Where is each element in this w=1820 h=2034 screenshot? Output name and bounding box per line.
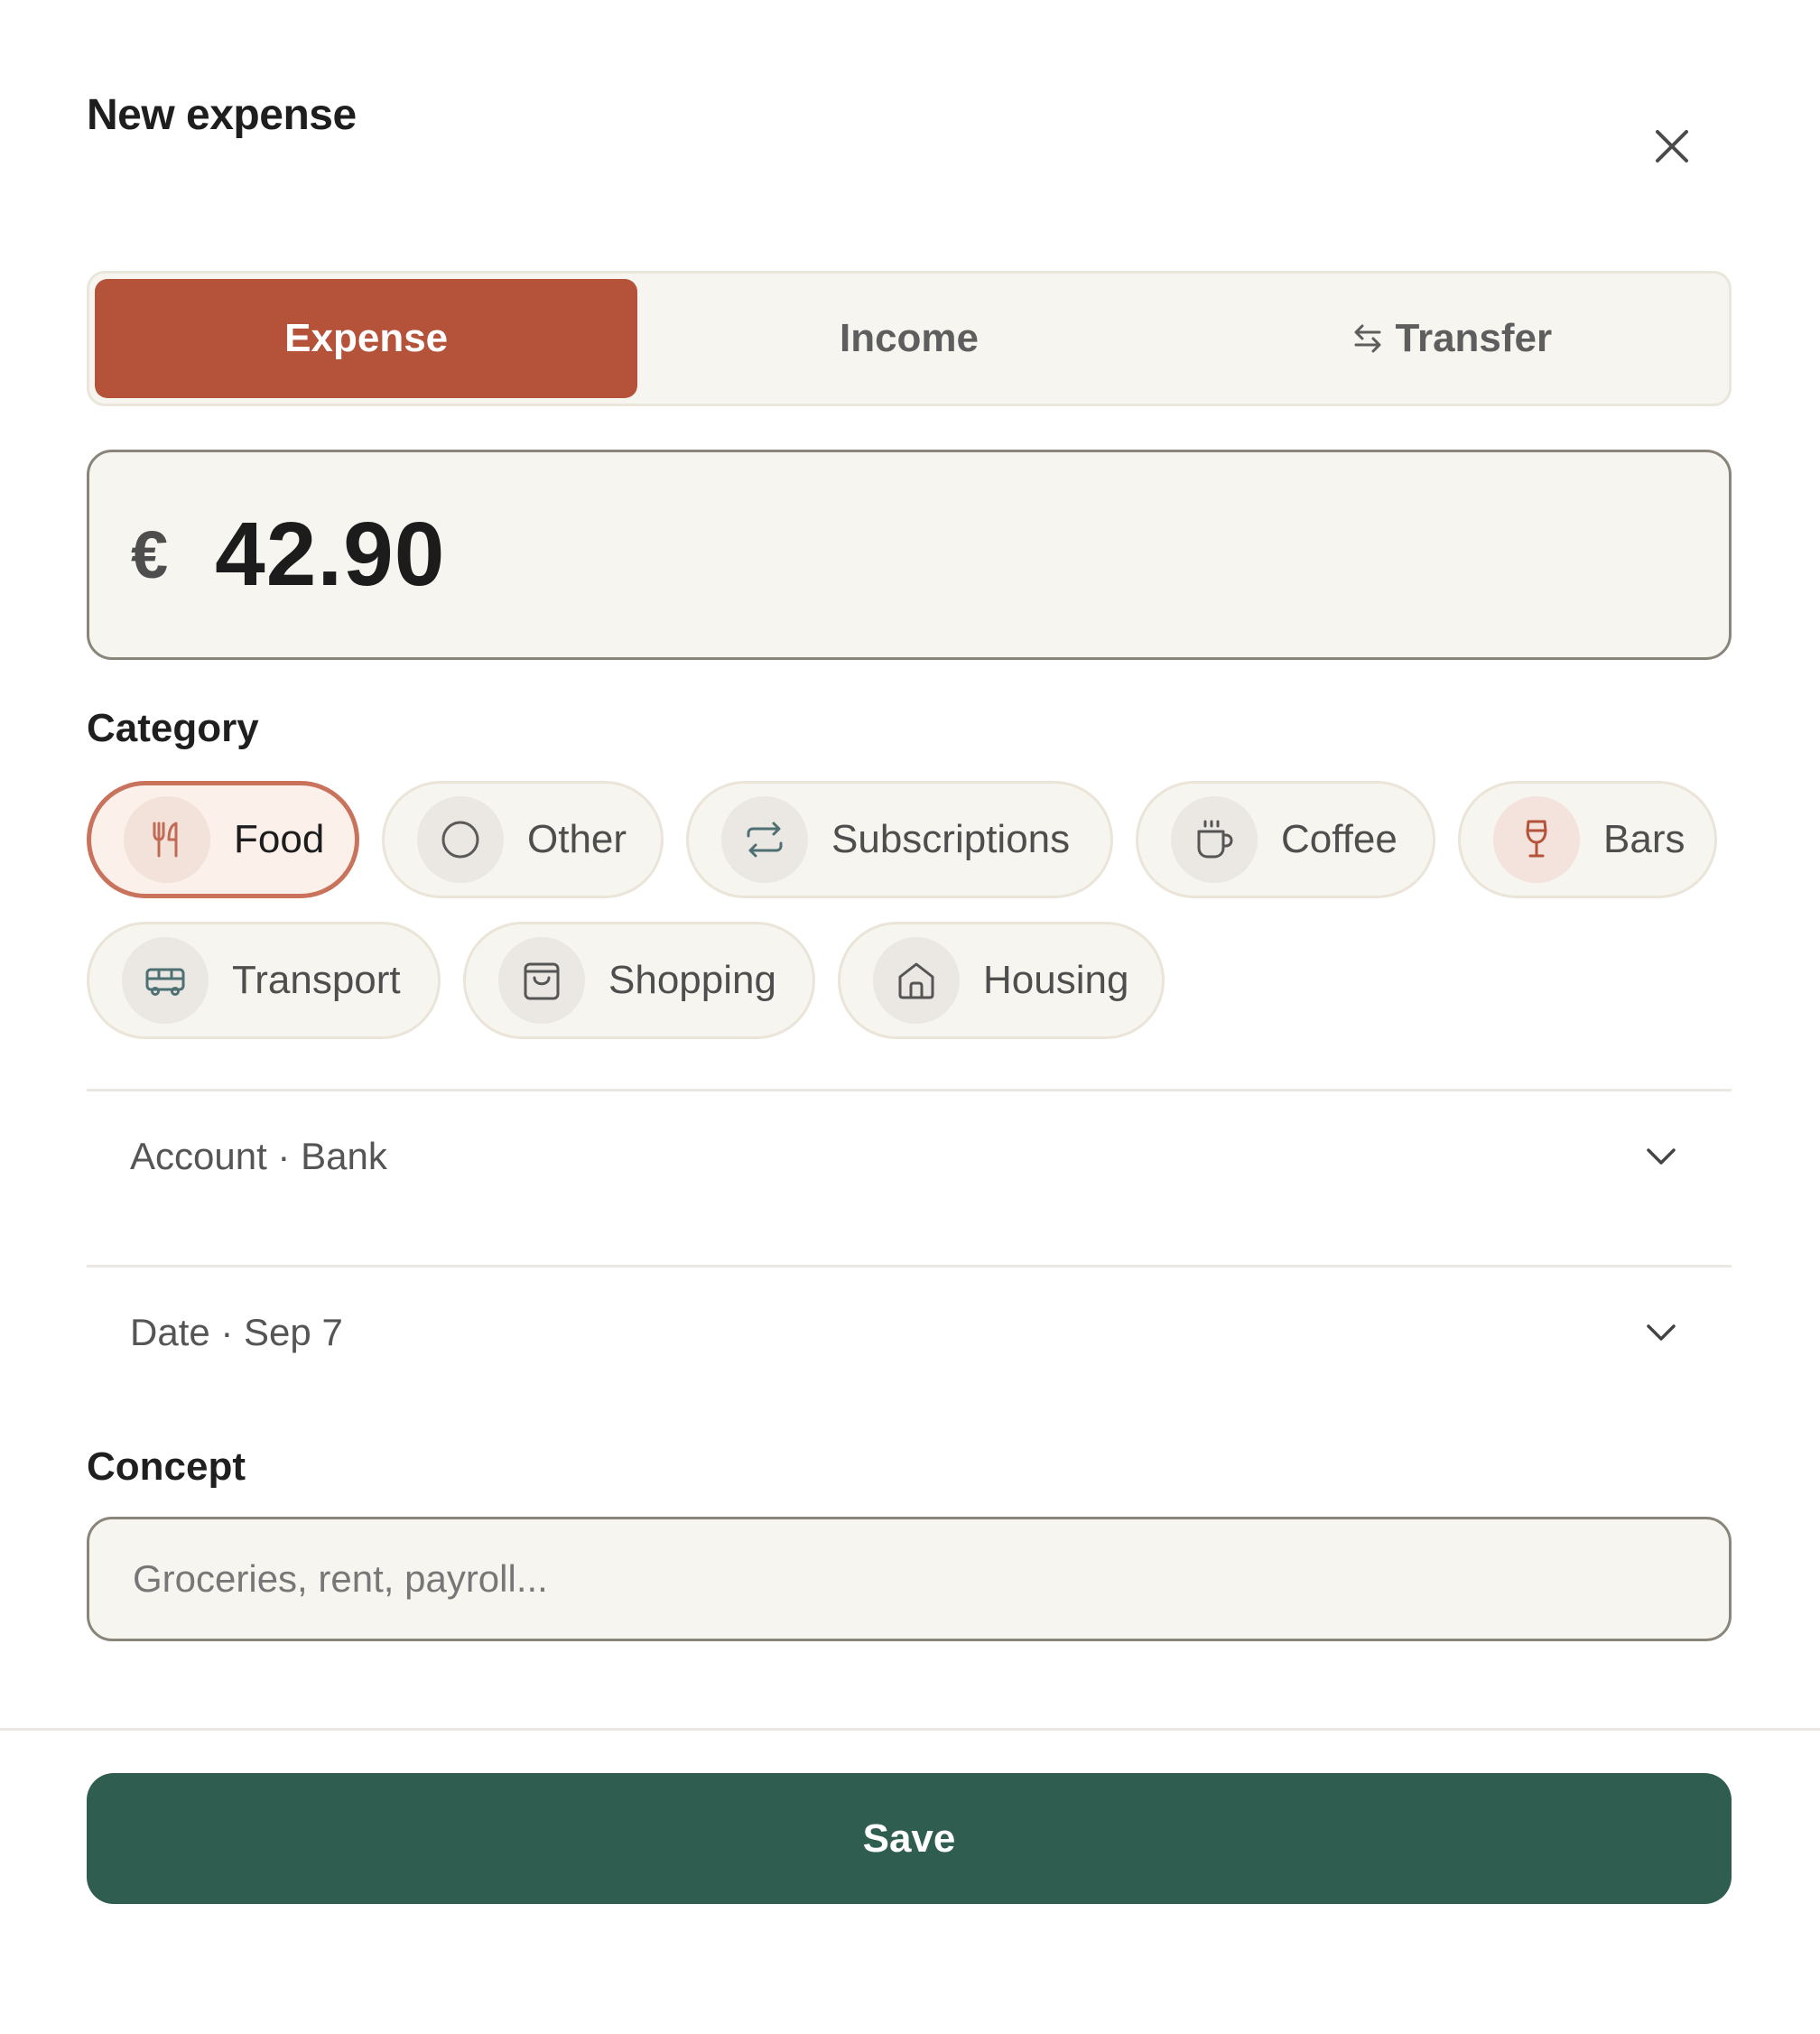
date-select[interactable]: Date · Sep 7 bbox=[87, 1278, 1732, 1387]
category-chip-label: Other bbox=[527, 817, 627, 861]
tab-transfer-label: Transfer bbox=[1395, 316, 1553, 360]
account-select-text: Account · Bank bbox=[130, 1135, 387, 1177]
chevron-down-icon bbox=[1647, 1148, 1676, 1165]
tab-expense[interactable]: Expense bbox=[95, 279, 638, 398]
transaction-type-tabs: Expense Income Transfer bbox=[87, 271, 1732, 406]
save-button[interactable]: Save bbox=[87, 1773, 1732, 1904]
repeat-icon bbox=[721, 796, 808, 883]
concept-label: Concept bbox=[87, 1444, 246, 1489]
coffee-cup-icon bbox=[1171, 796, 1258, 883]
close-button[interactable] bbox=[1643, 117, 1701, 175]
circle-icon bbox=[417, 796, 504, 883]
new-expense-dialog: New expense Expense Income Transfer € 42… bbox=[0, 0, 1820, 2034]
date-select-text: Date · Sep 7 bbox=[130, 1311, 343, 1353]
category-chip-food[interactable]: Food bbox=[87, 781, 359, 898]
tab-transfer[interactable]: Transfer bbox=[1181, 279, 1723, 398]
category-chip-label: Subscriptions bbox=[831, 817, 1071, 861]
house-icon bbox=[873, 937, 960, 1024]
tab-expense-label: Expense bbox=[284, 316, 449, 360]
fork-knife-icon bbox=[124, 796, 210, 883]
category-chip-coffee[interactable]: Coffee bbox=[1136, 781, 1435, 898]
category-chip-label: Shopping bbox=[608, 958, 776, 1002]
category-chip-shopping[interactable]: Shopping bbox=[463, 922, 815, 1039]
category-label: Category bbox=[87, 706, 259, 750]
category-chip-bars[interactable]: Bars bbox=[1458, 781, 1717, 898]
close-icon bbox=[1656, 130, 1688, 163]
wine-glass-icon bbox=[1493, 796, 1580, 883]
divider bbox=[87, 1089, 1732, 1091]
transfer-arrows-icon bbox=[1354, 324, 1380, 353]
category-chip-label: Coffee bbox=[1281, 817, 1398, 861]
divider bbox=[87, 1265, 1732, 1268]
dialog-title: New expense bbox=[87, 91, 357, 139]
account-select[interactable]: Account · Bank bbox=[87, 1102, 1732, 1211]
category-chip-subscriptions[interactable]: Subscriptions bbox=[686, 781, 1113, 898]
bus-icon bbox=[122, 937, 209, 1024]
footer-divider bbox=[0, 1728, 1820, 1731]
category-chip-label: Food bbox=[234, 817, 325, 861]
shopping-bag-icon bbox=[498, 937, 585, 1024]
amount-value: 42.90 bbox=[215, 504, 446, 605]
category-chip-label: Transport bbox=[232, 958, 401, 1002]
category-chip-transport[interactable]: Transport bbox=[87, 922, 441, 1039]
tab-income[interactable]: Income bbox=[637, 279, 1180, 398]
tab-income-label: Income bbox=[839, 316, 980, 360]
currency-symbol: € bbox=[131, 517, 169, 592]
concept-input[interactable] bbox=[87, 1517, 1732, 1641]
category-chip-other[interactable]: Other bbox=[382, 781, 664, 898]
category-chip-label: Bars bbox=[1603, 817, 1685, 861]
amount-input[interactable]: € 42.90 bbox=[87, 450, 1732, 660]
category-chip-housing[interactable]: Housing bbox=[838, 922, 1165, 1039]
category-chip-label: Housing bbox=[983, 958, 1129, 1002]
chevron-down-icon bbox=[1647, 1324, 1676, 1341]
